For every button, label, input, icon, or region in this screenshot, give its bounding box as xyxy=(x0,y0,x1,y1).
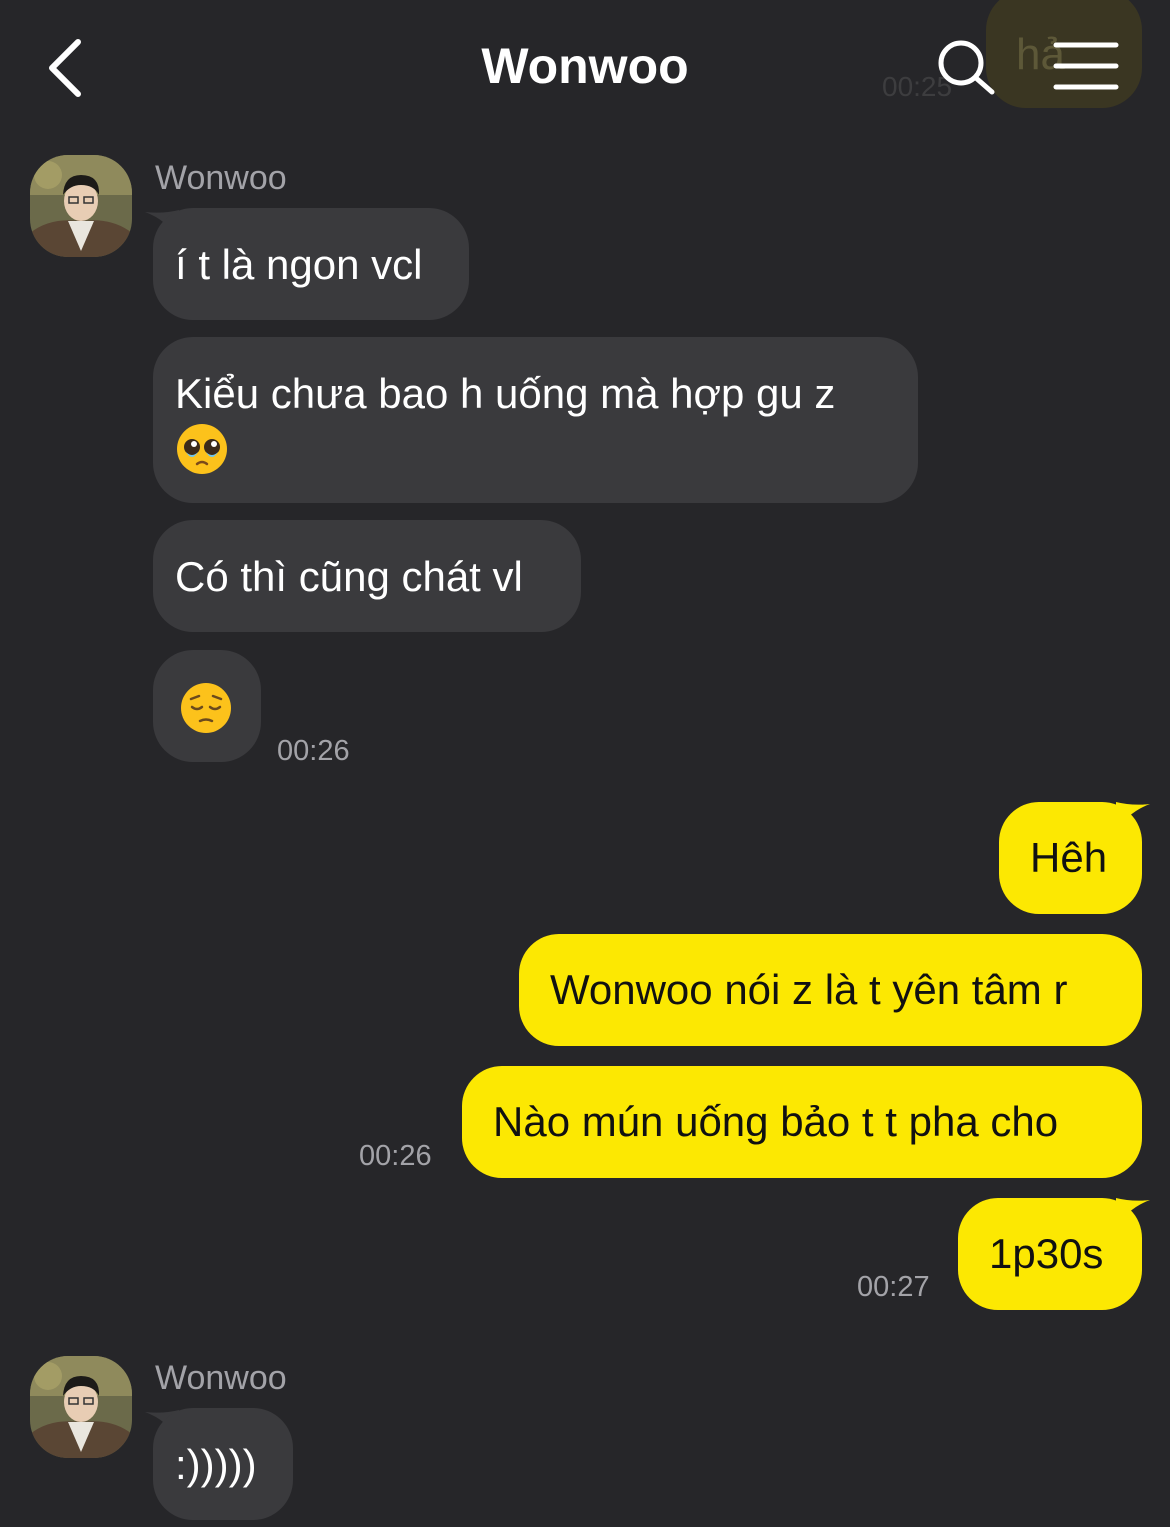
menu-button[interactable] xyxy=(1052,40,1120,92)
message-text: í t là ngon vcl xyxy=(175,241,423,288)
chevron-left-icon xyxy=(49,39,81,97)
sender-name: Wonwoo xyxy=(155,159,287,197)
pensive-face-icon xyxy=(181,682,231,733)
avatar[interactable] xyxy=(30,155,132,257)
message-text: Có thì cũng chát vl xyxy=(175,553,523,600)
menu-icon xyxy=(1053,42,1119,90)
message-text: Hêh xyxy=(1030,834,1108,881)
search-button[interactable] xyxy=(934,36,998,100)
message-timestamp: 00:26 xyxy=(277,735,350,767)
back-button[interactable] xyxy=(40,36,92,100)
message-bubble-incoming[interactable]: í t là ngon vcl xyxy=(153,208,469,320)
avatar-image xyxy=(30,155,132,257)
message-text: :))))) xyxy=(175,1441,257,1488)
message-bubble-outgoing[interactable]: Wonwoo nói z là t yên tâm r xyxy=(519,934,1142,1046)
message-text: 1p30s xyxy=(989,1230,1104,1277)
message-bubble-incoming[interactable]: Kiểu chưa bao h uống mà hợp gu z xyxy=(153,337,918,503)
pleading-face-icon xyxy=(177,423,227,474)
chat-title: Wonwoo xyxy=(481,38,689,94)
message-bubble-outgoing[interactable]: Hêh xyxy=(999,802,1142,914)
message-bubble-outgoing[interactable]: Nào mún uống bảo t t pha cho xyxy=(462,1066,1142,1178)
avatar[interactable] xyxy=(30,1356,132,1458)
search-icon xyxy=(938,40,995,95)
message-timestamp: 00:27 xyxy=(857,1271,930,1303)
message-bubble-incoming[interactable]: Có thì cũng chát vl xyxy=(153,520,581,632)
message-text: Kiểu chưa bao h uống mà hợp gu z xyxy=(175,370,836,417)
sender-name: Wonwoo xyxy=(155,1359,287,1397)
message-bubble-incoming[interactable] xyxy=(153,650,261,762)
message-timestamp: 00:26 xyxy=(359,1140,432,1172)
message-bubble-outgoing[interactable]: 1p30s xyxy=(958,1198,1142,1310)
message-text: Nào mún uống bảo t t pha cho xyxy=(493,1098,1059,1145)
message-text: Wonwoo nói z là t yên tâm r xyxy=(550,966,1068,1013)
avatar-image xyxy=(30,1356,132,1458)
message-bubble-incoming[interactable]: :))))) xyxy=(153,1408,293,1520)
